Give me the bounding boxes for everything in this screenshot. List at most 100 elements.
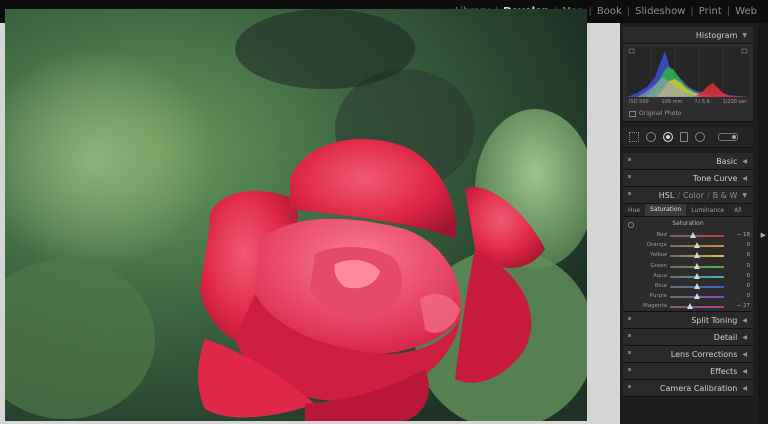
tone-curve-header[interactable]: Tone Curve ◀ — [623, 170, 753, 187]
collapse-triangle-icon: ▼ — [742, 31, 747, 39]
tab-saturation[interactable]: Saturation — [645, 204, 687, 216]
histogram-title: Histogram — [695, 30, 738, 40]
develop-right-panel: ▶ Histogram ▼ ISO 500 105 mm f / 5.6 1/2… — [620, 23, 768, 424]
crop-tool-icon[interactable] — [629, 132, 639, 142]
panel-switch-icon[interactable] — [628, 368, 631, 371]
saturation-slider-purple[interactable]: Purple 0 — [623, 292, 753, 302]
saturation-slider-aqua[interactable]: Aqua 0 — [623, 272, 753, 282]
slider-thumb[interactable] — [686, 303, 693, 310]
module-book[interactable]: Book — [592, 6, 627, 17]
exif-info: ISO 500 105 mm f / 5.6 1/200 sec — [629, 99, 747, 105]
slider-thumb[interactable] — [689, 232, 696, 238]
panel-switch-icon[interactable] — [628, 351, 631, 354]
saturation-slider-green[interactable]: Green 0 — [623, 262, 753, 272]
histogram[interactable]: ISO 500 105 mm f / 5.6 1/200 sec Origina… — [623, 44, 753, 122]
slider-value[interactable]: 0 — [747, 293, 751, 299]
exif-iso: ISO 500 — [629, 99, 649, 105]
camera-calibration-header[interactable]: Camera Calibration ◀ — [623, 380, 753, 397]
slider-label: Purple — [649, 293, 667, 300]
exif-shutter: 1/200 sec — [722, 99, 747, 105]
panel-switch-icon[interactable] — [628, 317, 631, 320]
effects-title: Effects — [710, 366, 738, 376]
panel-switch-icon[interactable] — [628, 175, 631, 178]
saturation-slider-blue[interactable]: Blue 0 — [623, 282, 753, 292]
original-photo-label: Original Photo — [639, 110, 682, 117]
module-web[interactable]: Web — [730, 6, 762, 17]
slider-label: Green — [650, 262, 667, 269]
tab-all[interactable]: All — [729, 207, 746, 214]
slider-track[interactable] — [670, 306, 724, 309]
saturation-title: Saturation — [672, 220, 704, 227]
hsl-mode-color[interactable]: Color — [683, 191, 704, 200]
expand-triangle-icon: ◀ — [742, 316, 747, 324]
hsl-separator: / — [706, 190, 710, 200]
slider-value[interactable]: 0 — [747, 263, 751, 269]
expand-triangle-icon: ◀ — [742, 174, 747, 182]
panel-switch-icon[interactable] — [628, 385, 631, 388]
expand-triangle-icon: ◀ — [742, 384, 747, 392]
panel-switch-icon[interactable] — [628, 192, 631, 195]
slider-value[interactable]: 0 — [747, 273, 751, 279]
slider-thumb[interactable] — [694, 293, 700, 300]
split-toning-header[interactable]: Split Toning ◀ — [623, 312, 753, 329]
expand-triangle-icon: ◀ — [742, 367, 747, 375]
original-photo-toggle[interactable]: Original Photo — [629, 110, 682, 117]
detail-header[interactable]: Detail ◀ — [623, 329, 753, 346]
tab-luminance[interactable]: Luminance — [686, 207, 729, 214]
camera-calibration-title: Camera Calibration — [659, 383, 738, 393]
slider-label: Orange — [646, 242, 667, 249]
slider-label: Aqua — [652, 272, 667, 279]
lens-corrections-header[interactable]: Lens Corrections ◀ — [623, 346, 753, 363]
histogram-graph — [627, 47, 749, 97]
saturation-slider-red[interactable]: Red − 16 — [623, 231, 753, 241]
slider-thumb[interactable] — [694, 242, 700, 249]
slider-value[interactable]: 0 — [747, 252, 751, 258]
slider-label: Yellow — [650, 252, 667, 259]
basic-header[interactable]: Basic ◀ — [623, 153, 753, 170]
histogram-header[interactable]: Histogram ▼ — [623, 27, 753, 44]
basic-title: Basic — [716, 156, 738, 166]
lens-corrections-title: Lens Corrections — [670, 349, 738, 359]
slider-value[interactable]: 0 — [747, 242, 751, 248]
tone-curve-title: Tone Curve — [692, 173, 738, 183]
slider-value[interactable]: − 27 — [737, 303, 750, 309]
saturation-sliders: Saturation Red − 16 Orange 0 Yellow 0 Green 0 Aq… — [623, 217, 753, 312]
expand-triangle-icon: ◀ — [742, 333, 747, 341]
split-toning-title: Split Toning — [691, 315, 738, 325]
slider-thumb[interactable] — [694, 262, 700, 269]
effects-header[interactable]: Effects ◀ — [623, 363, 753, 380]
tab-hue[interactable]: Hue — [623, 207, 645, 214]
slider-value[interactable]: 0 — [747, 283, 751, 289]
hsl-tabs: Hue Saturation Luminance All — [623, 204, 753, 217]
slider-value[interactable]: − 16 — [737, 232, 750, 238]
rose-photo[interactable] — [5, 9, 587, 421]
exif-aperture: f / 5.6 — [695, 99, 710, 105]
hsl-header[interactable]: HSL / Color / B & W ▼ — [623, 187, 753, 204]
panel-edge — [758, 23, 768, 424]
slider-thumb[interactable] — [694, 283, 700, 289]
module-slideshow[interactable]: Slideshow — [630, 6, 690, 17]
panel-collapse-icon[interactable]: ▶ — [761, 231, 766, 239]
slider-thumb[interactable] — [694, 272, 700, 279]
slider-label: Blue — [654, 283, 667, 289]
red-eye-icon[interactable] — [663, 132, 673, 142]
spot-removal-icon[interactable] — [646, 132, 656, 142]
saturation-slider-orange[interactable]: Orange 0 — [623, 241, 753, 251]
expand-triangle-icon: ◀ — [742, 157, 747, 165]
radial-filter-icon[interactable] — [695, 132, 705, 142]
panel-column: Histogram ▼ ISO 500 105 mm f / 5.6 1/200… — [623, 23, 753, 397]
hsl-separator: / — [677, 190, 681, 200]
hsl-mode-hsl[interactable]: HSL — [659, 191, 675, 200]
module-print[interactable]: Print — [694, 6, 727, 17]
graduated-filter-icon[interactable] — [680, 132, 688, 142]
panel-switch-icon[interactable] — [628, 158, 631, 161]
hsl-mode-bw[interactable]: B & W — [713, 191, 738, 200]
slider-track[interactable] — [670, 235, 724, 237]
slider-thumb[interactable] — [694, 252, 700, 259]
saturation-slider-yellow[interactable]: Yellow 0 — [623, 251, 753, 261]
detail-title: Detail — [713, 332, 738, 342]
adjustment-brush-icon[interactable] — [718, 133, 738, 141]
saturation-slider-magenta[interactable]: Magenta − 27 — [623, 302, 753, 312]
panel-switch-icon[interactable] — [628, 334, 631, 337]
expand-triangle-icon: ◀ — [742, 350, 747, 358]
